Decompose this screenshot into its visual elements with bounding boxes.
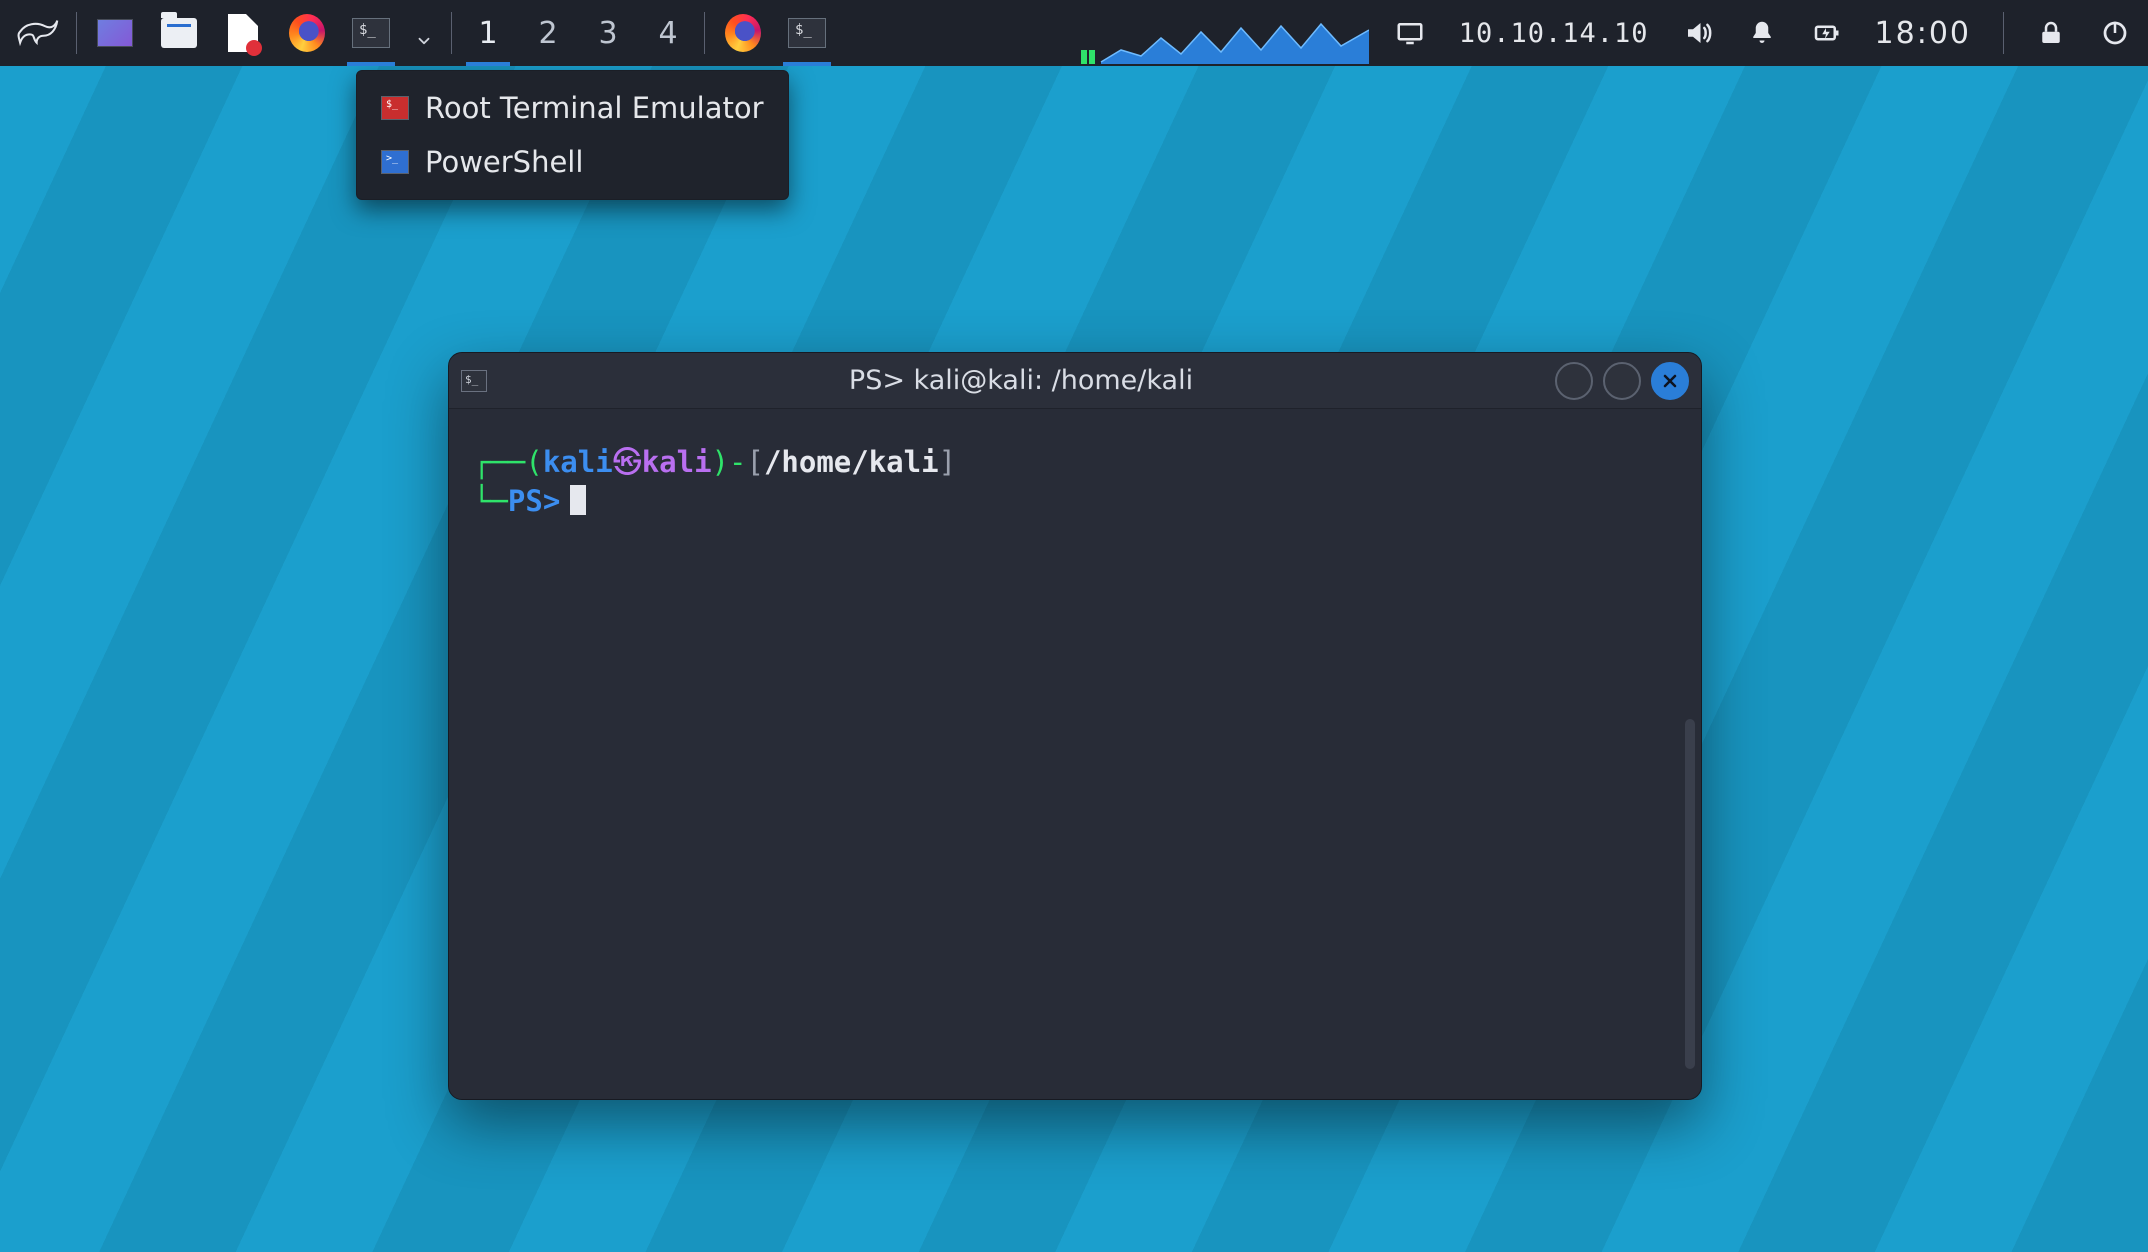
dropdown-item-powershell[interactable]: >_ PowerShell: [357, 135, 788, 189]
dropdown-item-label: Root Terminal Emulator: [425, 91, 764, 125]
workspace-4[interactable]: 4: [638, 0, 698, 66]
display-indicator[interactable]: [1387, 0, 1433, 66]
power-icon: [2100, 18, 2130, 48]
kali-dragon-icon: [16, 11, 60, 55]
terminal-scrollbar[interactable]: [1685, 719, 1695, 1069]
workspace-label: 1: [478, 16, 497, 51]
workspace-label: 2: [538, 16, 557, 51]
firefox-icon: [725, 14, 761, 52]
prompt-line-2: └─PS>: [473, 482, 1677, 521]
lock-icon: [2036, 18, 2066, 48]
firefox-icon: [289, 14, 325, 52]
dropdown-item-root-terminal[interactable]: $_ Root Terminal Emulator: [357, 81, 788, 135]
dropdown-item-label: PowerShell: [425, 145, 583, 179]
terminal-window: $_ PS> kali@kali: /home/kali ┌──(kali㉿ka…: [448, 352, 1702, 1100]
powershell-icon: >_: [381, 150, 409, 174]
show-desktop-button[interactable]: [83, 0, 147, 66]
terminal-launcher-dropdown: $_ Root Terminal Emulator >_ PowerShell: [356, 70, 789, 200]
window-menu-icon[interactable]: $_: [461, 370, 487, 392]
close-icon: [1660, 371, 1680, 391]
notifications-indicator[interactable]: [1739, 0, 1785, 66]
display-icon: [1395, 18, 1425, 48]
root-terminal-icon: $_: [381, 96, 409, 120]
running-app-firefox[interactable]: [711, 0, 775, 66]
taskbar-separator: [2003, 12, 2004, 54]
workspace-1[interactable]: 1: [458, 0, 518, 66]
power-button[interactable]: [2092, 0, 2138, 66]
file-manager-launcher[interactable]: [147, 0, 211, 66]
workspace-2[interactable]: 2: [518, 0, 578, 66]
window-controls: [1555, 362, 1689, 400]
vpn-ip-text: 10.10.14.10: [1459, 18, 1649, 49]
running-app-terminal[interactable]: $_: [775, 0, 839, 66]
taskbar-separator: [451, 12, 452, 54]
workspace-label: 4: [658, 16, 677, 51]
terminal-icon: $_: [352, 18, 390, 48]
maximize-button[interactable]: [1603, 362, 1641, 400]
close-button[interactable]: [1651, 362, 1689, 400]
clock[interactable]: 18:00: [1867, 0, 1979, 66]
start-menu-button[interactable]: [6, 0, 70, 66]
chevron-down-icon: [415, 24, 433, 42]
taskbar-separator: [76, 12, 77, 54]
terminal-body[interactable]: ┌──(kali㉿kali)-[/home/kali] └─PS>: [449, 409, 1701, 1099]
window-title: PS> kali@kali: /home/kali: [501, 365, 1541, 396]
workspace-3[interactable]: 3: [578, 0, 638, 66]
taskbar: $_ 1 2 3 4 $_ 10.10.14.10: [0, 0, 2148, 66]
terminal-icon: $_: [788, 18, 826, 48]
volume-indicator[interactable]: [1675, 0, 1721, 66]
vpn-ip-indicator[interactable]: 10.10.14.10: [1451, 0, 1657, 66]
battery-indicator[interactable]: [1803, 0, 1849, 66]
network-graph-icon: [1081, 16, 1369, 64]
taskbar-right-cluster: 10.10.14.10 18:00: [1081, 0, 2138, 66]
desktop-preview-icon: [97, 19, 133, 47]
text-editor-launcher[interactable]: [211, 0, 275, 66]
workspace-label: 3: [598, 16, 617, 51]
bell-icon: [1747, 18, 1777, 48]
terminal-cursor: [570, 485, 586, 515]
lock-screen-button[interactable]: [2028, 0, 2074, 66]
terminal-launcher-dropdown-button[interactable]: [403, 0, 445, 66]
battery-charging-icon: [1811, 18, 1841, 48]
document-icon: [228, 14, 258, 52]
terminal-launcher[interactable]: $_: [339, 0, 403, 66]
folder-icon: [161, 18, 197, 48]
window-titlebar[interactable]: $_ PS> kali@kali: /home/kali: [449, 353, 1701, 409]
taskbar-separator: [704, 12, 705, 54]
network-graph[interactable]: [1081, 16, 1369, 64]
firefox-launcher[interactable]: [275, 0, 339, 66]
minimize-button[interactable]: [1555, 362, 1593, 400]
volume-icon: [1683, 18, 1713, 48]
prompt-line-1: ┌──(kali㉿kali)-[/home/kali]: [473, 443, 1677, 482]
clock-text: 18:00: [1875, 16, 1971, 51]
